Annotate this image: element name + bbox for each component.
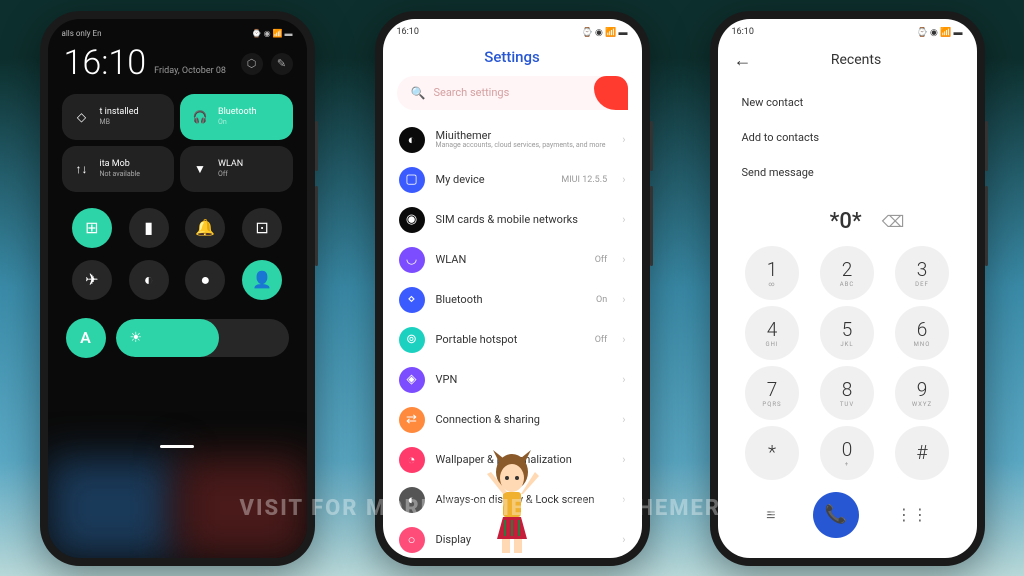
qs-toggle[interactable]: 👤: [242, 260, 282, 300]
search-icon: 🔍: [411, 86, 426, 100]
tile-icon: ▼: [190, 159, 210, 179]
status-bar: alls only En ⌚ ◉ 📶 ▬: [48, 19, 307, 44]
qs-tile[interactable]: ↑↓ita MobNot available: [62, 146, 175, 192]
chevron-right-icon: ›: [622, 453, 625, 466]
dial-key-*[interactable]: *: [745, 426, 799, 480]
item-icon: ◐: [399, 487, 425, 513]
dial-key-0[interactable]: 0+: [820, 426, 874, 480]
settings-item[interactable]: ◐MiuithemerManage accounts, cloud servic…: [383, 120, 642, 160]
phone-dialer: 16:10⌚ ◉ 📶 ▬ ← Recents New contactAdd to…: [710, 11, 985, 566]
contact-action[interactable]: New contact: [742, 85, 953, 120]
item-icon: ◐: [399, 127, 425, 153]
settings-item[interactable]: ◉SIM cards & mobile networks›: [383, 200, 642, 240]
drag-handle[interactable]: [160, 445, 194, 448]
back-button[interactable]: ←: [734, 50, 752, 71]
qs-toggle[interactable]: 🔔: [185, 208, 225, 248]
item-icon: ◡: [399, 247, 425, 273]
qs-toggle[interactable]: ◐: [129, 260, 169, 300]
dial-key-5[interactable]: 5JKL: [820, 306, 874, 360]
qs-toggle[interactable]: ▮: [129, 208, 169, 248]
backspace-button[interactable]: ⌫: [882, 212, 905, 231]
chevron-right-icon: ›: [622, 413, 625, 426]
settings-icon[interactable]: ⬡: [241, 53, 263, 75]
grid-button[interactable]: ⋮⋮: [896, 505, 928, 524]
settings-item[interactable]: ◡WLANOff›: [383, 240, 642, 280]
qs-toggle[interactable]: ⊞: [72, 208, 112, 248]
brightness-slider[interactable]: ☀: [116, 319, 289, 357]
menu-button[interactable]: ≡: [766, 505, 775, 525]
contact-action[interactable]: Send message: [742, 155, 953, 190]
dial-key-#[interactable]: #: [895, 426, 949, 480]
settings-item[interactable]: ⇄Connection & sharing›: [383, 400, 642, 440]
settings-item[interactable]: ○Display›: [383, 520, 642, 558]
chevron-right-icon: ›: [622, 133, 625, 146]
chevron-right-icon: ›: [622, 533, 625, 546]
phone-settings: 16:10⌚ ◉ 📶 ▬ Settings 🔍 Search settings …: [375, 11, 650, 566]
chevron-right-icon: ›: [622, 293, 625, 306]
tile-icon: 🎧: [190, 107, 210, 127]
item-icon: ⋄: [399, 287, 425, 313]
settings-item[interactable]: ◐Always-on display & Lock screen›: [383, 480, 642, 520]
call-button[interactable]: 📞: [813, 492, 859, 538]
chevron-right-icon: ›: [622, 373, 625, 386]
dial-key-7[interactable]: 7PQRS: [745, 366, 799, 420]
auto-brightness-toggle[interactable]: A: [66, 318, 106, 358]
item-icon: ◔: [399, 447, 425, 473]
dial-key-6[interactable]: 6MNO: [895, 306, 949, 360]
status-bar: 16:10⌚ ◉ 📶 ▬: [383, 19, 642, 42]
settings-item[interactable]: ⊚Portable hotspotOff›: [383, 320, 642, 360]
item-icon: ○: [399, 527, 425, 553]
settings-item[interactable]: ◈VPN›: [383, 360, 642, 400]
contact-action[interactable]: Add to contacts: [742, 120, 953, 155]
page-title: Recents: [752, 52, 961, 68]
item-icon: ▢: [399, 167, 425, 193]
qs-toggle[interactable]: ✈: [72, 260, 112, 300]
item-icon: ⇄: [399, 407, 425, 433]
time-display: 16:10: [64, 46, 147, 80]
qs-tile[interactable]: ◇t installedMB: [62, 94, 175, 140]
chevron-right-icon: ›: [622, 493, 625, 506]
dial-key-2[interactable]: 2ABC: [820, 246, 874, 300]
chevron-right-icon: ›: [622, 253, 625, 266]
item-icon: ⊚: [399, 327, 425, 353]
dial-key-3[interactable]: 3DEF: [895, 246, 949, 300]
chevron-right-icon: ›: [622, 213, 625, 226]
qs-tile[interactable]: 🎧BluetoothOn: [180, 94, 293, 140]
tile-icon: ↑↓: [72, 159, 92, 179]
item-icon: ◈: [399, 367, 425, 393]
qs-toggle[interactable]: ⊡: [242, 208, 282, 248]
dial-key-8[interactable]: 8TUV: [820, 366, 874, 420]
settings-item[interactable]: ⋄BluetoothOn›: [383, 280, 642, 320]
edit-icon[interactable]: ✎: [271, 53, 293, 75]
search-input[interactable]: 🔍 Search settings: [397, 76, 628, 110]
status-bar: 16:10⌚ ◉ 📶 ▬: [718, 19, 977, 42]
dialed-number: *0*: [830, 209, 862, 234]
date-display: Friday, October 08: [154, 66, 226, 76]
tile-icon: ◇: [72, 107, 92, 127]
settings-item[interactable]: ▢My deviceMIUI 12.5.5›: [383, 160, 642, 200]
phone-quick-settings: alls only En ⌚ ◉ 📶 ▬ 16:10 Friday, Octob…: [40, 11, 315, 566]
dial-key-1[interactable]: 1∞: [745, 246, 799, 300]
item-icon: ◉: [399, 207, 425, 233]
chevron-right-icon: ›: [622, 173, 625, 186]
qs-tile[interactable]: ▼WLANOff: [180, 146, 293, 192]
dial-key-9[interactable]: 9WXYZ: [895, 366, 949, 420]
chevron-right-icon: ›: [622, 333, 625, 346]
page-title: Settings: [383, 42, 642, 76]
dial-key-4[interactable]: 4GHI: [745, 306, 799, 360]
settings-item[interactable]: ◔Wallpaper & personalization›: [383, 440, 642, 480]
brightness-icon: ☀: [130, 330, 143, 346]
qs-toggle[interactable]: ●: [185, 260, 225, 300]
